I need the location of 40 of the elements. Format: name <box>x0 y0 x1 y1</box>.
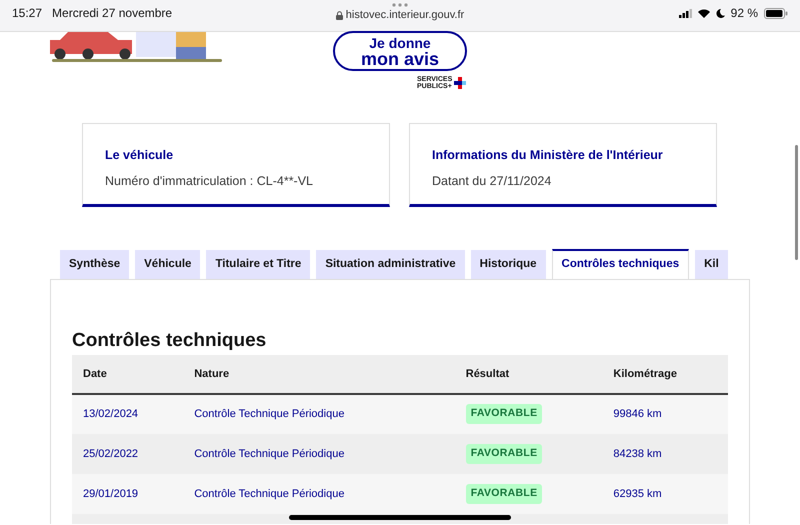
more-icon[interactable] <box>392 3 408 7</box>
tab[interactable]: Véhicule <box>135 250 200 279</box>
card-title: Informations du Ministère de l'Intérieur <box>432 147 664 164</box>
nature-cell[interactable]: Contrôle Technique Périodique <box>183 434 455 474</box>
tab[interactable]: Kil <box>695 250 728 279</box>
tab[interactable]: Contrôles techniques <box>552 249 690 279</box>
date-cell[interactable]: 29/01/2019 <box>72 474 184 514</box>
card-text: Numéro d'immatriculation : CL-4**-VL <box>105 172 314 190</box>
nature-cell[interactable]: Contrôle Technique Périodique <box>183 474 455 514</box>
column-header: Nature <box>183 354 455 394</box>
result-badge: FAVORABLE <box>466 404 542 424</box>
tab[interactable]: Titulaire et Titre <box>206 250 310 279</box>
lock-icon <box>336 10 343 20</box>
section-heading: Contrôles techniques <box>72 330 268 353</box>
wifi-icon <box>698 8 710 18</box>
address-url[interactable]: histovec.interieur.gouv.fr <box>346 7 464 24</box>
tab[interactable]: Synthèse <box>60 250 130 279</box>
date-cell[interactable]: 13/02/2024 <box>72 394 184 434</box>
nature-cell[interactable]: Contrôle Technique Périodique <box>183 394 455 434</box>
battery-icon <box>764 8 788 18</box>
tab[interactable]: Situation administrative <box>316 250 465 279</box>
moon-icon <box>716 8 725 18</box>
signal-icon <box>678 8 692 18</box>
tab[interactable]: Historique <box>470 250 546 279</box>
column-header: Kilométrage <box>602 354 728 394</box>
card-title: Le véhicule <box>105 147 174 164</box>
mileage-cell[interactable]: 62935 km <box>602 474 728 514</box>
feedback-button[interactable]: Je donne mon avis <box>333 31 467 71</box>
column-header: Date <box>72 354 184 394</box>
status-date: Mercredi 27 novembre <box>52 5 172 22</box>
cross-logo-icon <box>454 77 466 89</box>
mileage-cell[interactable]: 99846 km <box>602 394 728 434</box>
result-badge: FAVORABLE <box>466 484 542 504</box>
date-cell[interactable]: 25/02/2022 <box>72 434 184 474</box>
result-badge: FAVORABLE <box>466 444 542 464</box>
column-header: Résultat <box>454 354 602 394</box>
battery-percent: 92 % <box>730 5 758 22</box>
mileage-cell[interactable]: 84238 km <box>602 434 728 474</box>
card-text: Datant du 27/11/2024 <box>432 172 552 190</box>
status-time: 15:27 <box>12 5 42 22</box>
